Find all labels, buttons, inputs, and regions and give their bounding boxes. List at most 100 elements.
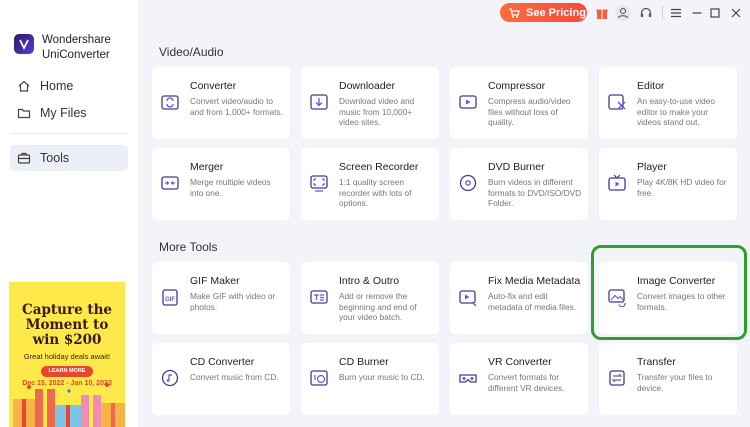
maximize-icon bbox=[710, 8, 720, 18]
sidebar-item-my-files[interactable]: My Files bbox=[10, 100, 128, 126]
compressor-icon bbox=[459, 95, 477, 109]
vr-converter-icon bbox=[459, 374, 477, 383]
see-pricing-button[interactable]: See Pricing bbox=[500, 3, 587, 22]
menu-button[interactable] bbox=[668, 5, 684, 21]
tool-card-compressor[interactable]: Compressor Compress audio/video files wi… bbox=[450, 67, 588, 139]
tool-card-description: Burn videos in different formats to DVD/… bbox=[488, 177, 582, 208]
folder-icon bbox=[17, 108, 31, 119]
dvd-burner-icon bbox=[459, 174, 477, 192]
close-button[interactable] bbox=[728, 5, 744, 21]
tool-card-description: Transfer your files to device. bbox=[637, 372, 713, 393]
app-logo-icon bbox=[14, 34, 34, 54]
metadata-icon bbox=[459, 290, 477, 307]
home-icon bbox=[18, 80, 30, 92]
tool-card-title: Fix Media Metadata bbox=[488, 275, 581, 287]
tool-card-screen-recorder[interactable]: Screen Recorder 1:1 quality screen recor… bbox=[301, 148, 439, 220]
promo-headline-line: win $200 bbox=[32, 332, 102, 348]
minimize-icon bbox=[692, 12, 702, 14]
promo-headline-line: Capture the bbox=[21, 302, 113, 318]
hamburger-menu-icon bbox=[671, 8, 681, 18]
promo-headline: Capture the Moment to win $200 bbox=[9, 303, 125, 348]
tool-card-gif-maker[interactable]: GIF GIF Maker Make GIF with video or pho… bbox=[152, 262, 290, 334]
gift-icon bbox=[596, 9, 608, 19]
gift-button[interactable] bbox=[594, 5, 610, 21]
tool-card-description: Compress audio/video files without loss … bbox=[488, 96, 571, 127]
promo-banner[interactable]: Capture the Moment to win $200 Great hol… bbox=[9, 282, 125, 427]
sidebar-item-label: Tools bbox=[40, 151, 70, 165]
tool-card-cd-converter[interactable]: CD Converter Convert music from CD. bbox=[152, 343, 290, 415]
svg-text:GIF: GIF bbox=[165, 297, 175, 303]
converter-icon bbox=[161, 95, 179, 110]
player-icon bbox=[608, 174, 626, 191]
gif-maker-icon: GIF bbox=[162, 289, 178, 306]
section-title-more-tools: More Tools bbox=[159, 240, 218, 254]
sidebar-item-label: My Files bbox=[40, 106, 87, 120]
tool-card-title: Player bbox=[637, 161, 667, 173]
titlebar-divider bbox=[662, 6, 663, 20]
tool-card-title: Compressor bbox=[488, 80, 546, 92]
tool-card-title: Screen Recorder bbox=[339, 161, 419, 173]
intro-outro-icon bbox=[310, 290, 328, 304]
promo-subtitle: Great holiday deals await! bbox=[23, 352, 111, 361]
promo-learn-more-button[interactable]: LEARN MORE bbox=[41, 366, 93, 377]
promo-headline-line: Moment to bbox=[25, 317, 109, 333]
tool-card-cd-burner[interactable]: CD Burner Burn your music to CD. bbox=[301, 343, 439, 415]
tool-card-description: Convert music from CD. bbox=[190, 372, 279, 382]
tool-card-description: Download video and music from 10,000+ vi… bbox=[339, 96, 415, 127]
minimize-button[interactable] bbox=[689, 5, 705, 21]
tool-card-description: Add or remove the beginning and end of y… bbox=[339, 291, 417, 322]
merger-icon bbox=[161, 176, 179, 190]
tool-card-fix-media-metadata[interactable]: Fix Media Metadata Auto-fix and edit met… bbox=[450, 262, 588, 334]
sidebar-item-label: Home bbox=[40, 79, 74, 93]
cd-converter-icon bbox=[161, 369, 179, 387]
sidebar-item-tools[interactable]: Tools bbox=[10, 145, 128, 171]
tool-card-title: DVD Burner bbox=[488, 161, 545, 173]
gift-boxes-illustration bbox=[13, 383, 125, 427]
tool-card-converter[interactable]: Converter Convert video/audio to and fro… bbox=[152, 67, 290, 139]
tool-card-title: Converter bbox=[190, 80, 237, 92]
tool-card-transfer[interactable]: Transfer Transfer your files to device. bbox=[599, 343, 737, 415]
editor-icon bbox=[608, 94, 626, 110]
tool-card-title: CD Converter bbox=[190, 356, 255, 368]
support-button[interactable] bbox=[638, 5, 654, 21]
tool-card-title: Intro & Outro bbox=[339, 275, 400, 287]
app-brand: Wondershare UniConverter bbox=[14, 33, 111, 63]
tool-card-player[interactable]: Player Play 4K/8K HD video for free. bbox=[599, 148, 737, 220]
tool-card-description: Play 4K/8K HD video for free. bbox=[637, 177, 727, 198]
image-converter-highlight bbox=[591, 245, 747, 340]
tool-card-description: Make GIF with video or photos. bbox=[190, 291, 276, 312]
app-name: Wondershare UniConverter bbox=[42, 34, 111, 61]
downloader-icon bbox=[310, 94, 328, 110]
tool-card-title: Merger bbox=[190, 161, 224, 173]
tool-card-downloader[interactable]: Downloader Download video and music from… bbox=[301, 67, 439, 139]
tool-card-title: CD Burner bbox=[339, 356, 389, 368]
see-pricing-label: See Pricing bbox=[526, 6, 586, 19]
cd-burner-icon bbox=[310, 370, 328, 386]
tool-card-description: Burn your music to CD. bbox=[339, 372, 425, 382]
tool-card-title: VR Converter bbox=[488, 356, 552, 368]
tool-card-editor[interactable]: Editor An easy-to-use video editor to ma… bbox=[599, 67, 737, 139]
tool-card-title: Downloader bbox=[339, 80, 396, 92]
tool-card-description: Auto-fix and edit metadata of media file… bbox=[488, 291, 577, 312]
close-icon bbox=[731, 8, 741, 18]
tool-card-title: Editor bbox=[637, 80, 665, 92]
cart-icon bbox=[509, 7, 520, 18]
tool-card-vr-converter[interactable]: VR Converter Convert formats for differe… bbox=[450, 343, 588, 415]
account-button[interactable] bbox=[615, 5, 631, 21]
tool-card-intro-outro[interactable]: Intro & Outro Add or remove the beginnin… bbox=[301, 262, 439, 334]
transfer-icon bbox=[609, 370, 625, 386]
toolbox-icon bbox=[17, 152, 31, 164]
tool-card-merger[interactable]: Merger Merge multiple videos into one. bbox=[152, 148, 290, 220]
tool-card-title: Transfer bbox=[637, 356, 676, 368]
maximize-button[interactable] bbox=[707, 5, 723, 21]
sidebar-item-home[interactable]: Home bbox=[10, 73, 128, 99]
section-title-video-audio: Video/Audio bbox=[159, 45, 224, 59]
tool-card-description: 1:1 quality screen recorder with lots of… bbox=[339, 177, 412, 208]
tool-card-title: GIF Maker bbox=[190, 275, 240, 287]
user-icon bbox=[617, 7, 629, 19]
sidebar: Wondershare UniConverter Home My Files T… bbox=[0, 0, 138, 427]
tool-card-description: Convert formats for different VR devices… bbox=[488, 372, 565, 393]
headset-icon bbox=[640, 7, 652, 17]
tool-card-dvd-burner[interactable]: DVD Burner Burn videos in different form… bbox=[450, 148, 588, 220]
tool-card-description: Convert video/audio to and from 1,000+ f… bbox=[190, 96, 283, 117]
